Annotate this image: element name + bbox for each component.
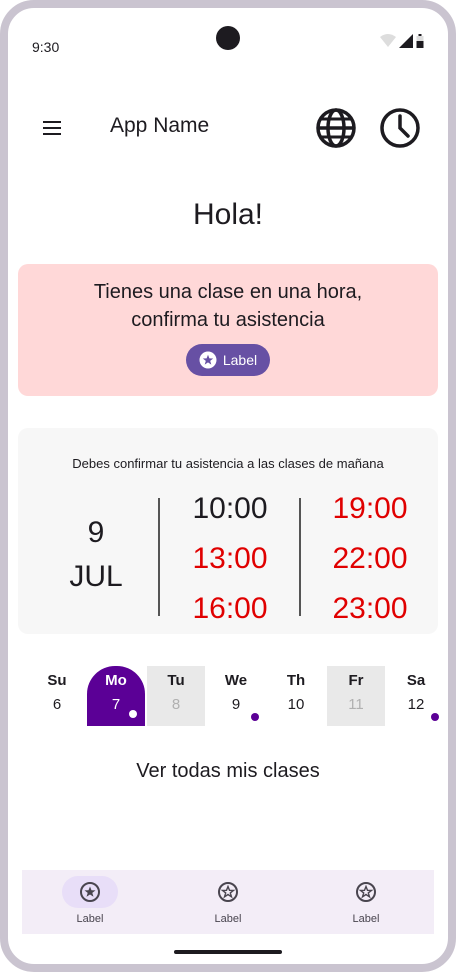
signal-icon	[399, 34, 413, 48]
nav-label: Label	[76, 913, 104, 925]
time-slot[interactable]: 16:00	[170, 592, 290, 626]
day-date: 8	[171, 696, 181, 713]
day-cell[interactable]: Sa 12	[387, 666, 445, 726]
globe-icon[interactable]	[314, 106, 358, 150]
app-title: App Name	[110, 114, 210, 137]
day-cell[interactable]: Fr 11	[327, 666, 385, 726]
day-name: Sa	[406, 672, 426, 689]
alert-line-2: confirma tu asistencia	[131, 309, 325, 331]
column-divider	[158, 498, 160, 616]
event-dot	[431, 713, 439, 721]
alert-message: Tienes una clase en una hora, confirma t…	[18, 278, 438, 334]
event-dot	[129, 710, 137, 718]
nav-indicator	[62, 876, 118, 908]
day-date: 6	[52, 696, 62, 713]
greeting-title: Hola!	[192, 198, 264, 231]
day-name: Fr	[348, 672, 364, 689]
nav-item[interactable]: Label	[160, 870, 296, 934]
column-divider	[299, 498, 301, 616]
day-date: 10	[287, 696, 305, 713]
status-icons	[380, 34, 424, 48]
day-name: Su	[47, 672, 67, 689]
time-slot[interactable]: 10:00	[170, 492, 290, 526]
day-date: 11	[348, 696, 364, 713]
nav-label: Label	[352, 913, 380, 925]
nav-indicator	[338, 876, 394, 908]
star-icon	[356, 882, 376, 902]
event-dot	[251, 713, 259, 721]
battery-icon	[416, 34, 424, 48]
nav-indicator	[200, 876, 256, 908]
view-all-classes-link[interactable]: Ver todas mis clases	[8, 760, 448, 783]
star-icon	[199, 351, 217, 369]
day-cell[interactable]: We 9	[207, 666, 265, 726]
day-date: 9	[231, 696, 241, 713]
time-slot[interactable]: 22:00	[310, 542, 430, 576]
day-name: Th	[286, 672, 306, 689]
class-alert-card: Tienes una clase en una hora, confirma t…	[18, 264, 438, 396]
time-slot[interactable]: 23:00	[310, 592, 430, 626]
status-time: 9:30	[32, 39, 60, 55]
star-icon	[218, 882, 238, 902]
bottom-navigation: Label Label Label	[22, 870, 434, 934]
nav-label: Label	[214, 913, 242, 925]
week-strip: Su 6 Mo 7 Tu 8 We 9 Th 10 Fr 11 Sa 12	[18, 666, 439, 728]
time-slot[interactable]: 19:00	[310, 492, 430, 526]
schedule-heading: Debes confirmar tu asistencia a las clas…	[72, 456, 384, 471]
star-icon	[80, 882, 100, 902]
menu-icon[interactable]	[40, 116, 64, 140]
date-month: JUL	[69, 560, 123, 593]
alert-line-1: Tienes una clase en una hora,	[93, 281, 363, 303]
day-date: 7	[111, 696, 121, 713]
date-day: 9	[87, 516, 105, 549]
day-name: Mo	[105, 672, 127, 689]
phone-frame: 9:30 App Name Hola! Tienes una clase en …	[0, 0, 456, 972]
confirm-chip-button[interactable]: Label	[186, 344, 270, 376]
day-name: Tu	[167, 672, 185, 689]
chip-label: Label	[222, 352, 258, 368]
time-slot[interactable]: 13:00	[170, 542, 290, 576]
day-name: We	[224, 672, 248, 689]
day-date: 12	[407, 696, 425, 713]
schedule-card: Debes confirmar tu asistencia a las clas…	[18, 428, 438, 634]
camera-cutout	[216, 26, 240, 50]
day-cell[interactable]: Mo 7	[87, 666, 145, 726]
clock-icon[interactable]	[378, 106, 422, 150]
home-indicator[interactable]	[174, 950, 282, 954]
day-cell[interactable]: Th 10	[267, 666, 325, 726]
day-cell[interactable]: Su 6	[28, 666, 86, 726]
nav-item[interactable]: Label	[22, 870, 158, 934]
day-cell[interactable]: Tu 8	[147, 666, 205, 726]
wifi-icon	[380, 34, 396, 47]
nav-item[interactable]: Label	[298, 870, 434, 934]
